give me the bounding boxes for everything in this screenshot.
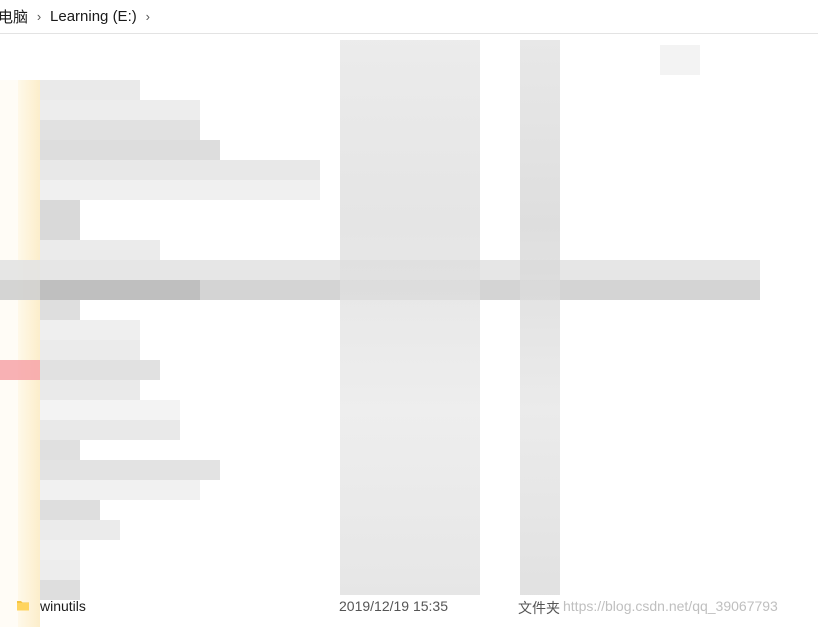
chevron-right-icon[interactable]: › (30, 9, 48, 24)
address-bar[interactable]: 电脑 › Learning (E:) › (0, 0, 818, 34)
blurred-type-column (520, 40, 560, 595)
blurred-header-block (660, 45, 700, 75)
blurred-name-block (40, 320, 140, 340)
blurred-red-icon (0, 360, 40, 380)
blurred-name-block (40, 460, 220, 480)
file-modified-date: 2019/12/19 15:35 (339, 598, 448, 614)
selected-row-band-dark (40, 280, 200, 300)
blurred-name-block (40, 500, 100, 520)
blurred-name-block (40, 160, 320, 180)
folder-icon (17, 601, 29, 611)
blurred-name-block (40, 180, 320, 200)
blurred-name-block (40, 520, 120, 540)
blurred-name-block (40, 240, 160, 260)
blurred-name-block (40, 120, 200, 140)
file-name: winutils (40, 598, 86, 614)
blurred-name-block (40, 560, 80, 580)
blurred-name-block (40, 100, 200, 120)
blurred-name-block (40, 480, 200, 500)
blurred-name-block (40, 440, 80, 460)
blurred-icon-column (18, 80, 40, 627)
blurred-name-block (40, 140, 220, 160)
blurred-name-block (40, 380, 140, 400)
file-type: 文件夹 (518, 600, 560, 616)
blurred-name-block (40, 400, 180, 420)
chevron-right-icon[interactable]: › (139, 9, 157, 24)
watermark: https://blog.csdn.net/qq_39067793 (563, 598, 778, 614)
blurred-name-block (40, 420, 180, 440)
blurred-name-block (40, 80, 140, 100)
blurred-name-block (40, 540, 80, 560)
blurred-name-block (40, 300, 80, 320)
blurred-icon-column-left (0, 80, 18, 627)
breadcrumb-item-this-pc[interactable]: 电脑 (0, 6, 30, 27)
blurred-name-block (40, 200, 80, 240)
file-list (0, 35, 818, 627)
blurred-name-block (40, 360, 160, 380)
file-explorer-window: 电脑 › Learning (E:) › winutils 2019/12/19… (0, 0, 818, 627)
blurred-date-column (340, 40, 480, 595)
blurred-name-block (40, 340, 140, 360)
breadcrumb-item-learning-drive[interactable]: Learning (E:) (48, 8, 139, 25)
